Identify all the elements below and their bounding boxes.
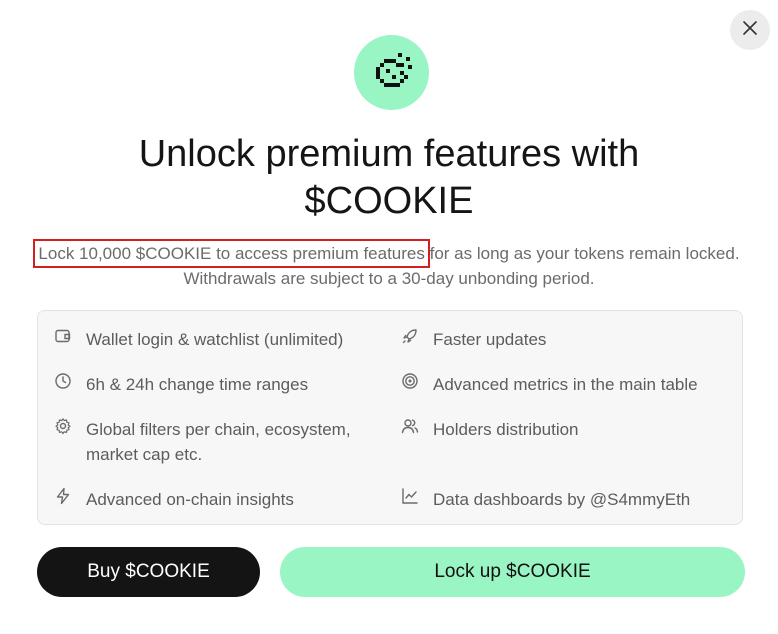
feature-item-onchain-insights: Advanced on-chain insights: [54, 487, 294, 512]
wallet-icon: [54, 327, 72, 345]
highlighted-lock-requirement: Lock 10,000 $COOKIE to access premium fe…: [33, 239, 430, 268]
target-icon: [401, 372, 419, 390]
feature-item-global-filters: Global filters per chain, ecosystem, mar…: [54, 417, 374, 467]
clock-icon: [54, 372, 72, 390]
cookie-pixel-icon: [375, 52, 412, 87]
feature-label: Wallet login & watchlist (unlimited): [86, 330, 344, 349]
feature-item-advanced-metrics: Advanced metrics in the main table: [401, 372, 698, 397]
feature-item-data-dashboards: Data dashboards by @S4mmyEth: [401, 487, 690, 512]
feature-label: Data dashboards by @S4mmyEth: [433, 490, 691, 509]
feature-label: Holders distribution: [433, 420, 579, 439]
feature-label: Faster updates: [433, 330, 547, 349]
modal-description: Lock 10,000 $COOKIE to access premium fe…: [33, 239, 744, 291]
feature-label: Advanced metrics in the main table: [433, 375, 698, 394]
lock-up-cookie-button[interactable]: Lock up $COOKIE: [280, 547, 745, 597]
feature-label: Global filters per chain, ecosystem, mar…: [86, 420, 351, 464]
buy-cookie-button[interactable]: Buy $COOKIE: [37, 547, 260, 597]
feature-item-holders-distribution: Holders distribution: [401, 417, 579, 442]
line-chart-icon: [401, 487, 419, 505]
close-icon[interactable]: [743, 20, 757, 40]
cookie-logo: [354, 35, 429, 110]
feature-item-faster-updates: Faster updates: [401, 327, 546, 352]
lightning-icon: [54, 487, 72, 505]
close-button[interactable]: [730, 10, 770, 50]
feature-item-wallet-login: Wallet login & watchlist (unlimited): [54, 327, 343, 352]
feature-label: 6h & 24h change time ranges: [86, 375, 309, 394]
rocket-icon: [401, 327, 419, 345]
users-icon: [401, 417, 419, 435]
gear-icon: [54, 417, 72, 435]
feature-item-time-ranges: 6h & 24h change time ranges: [54, 372, 308, 397]
features-panel: Wallet login & watchlist (unlimited) Fas…: [37, 310, 743, 525]
modal-title: Unlock premium features with $COOKIE: [138, 133, 640, 222]
feature-label: Advanced on-chain insights: [86, 490, 294, 509]
